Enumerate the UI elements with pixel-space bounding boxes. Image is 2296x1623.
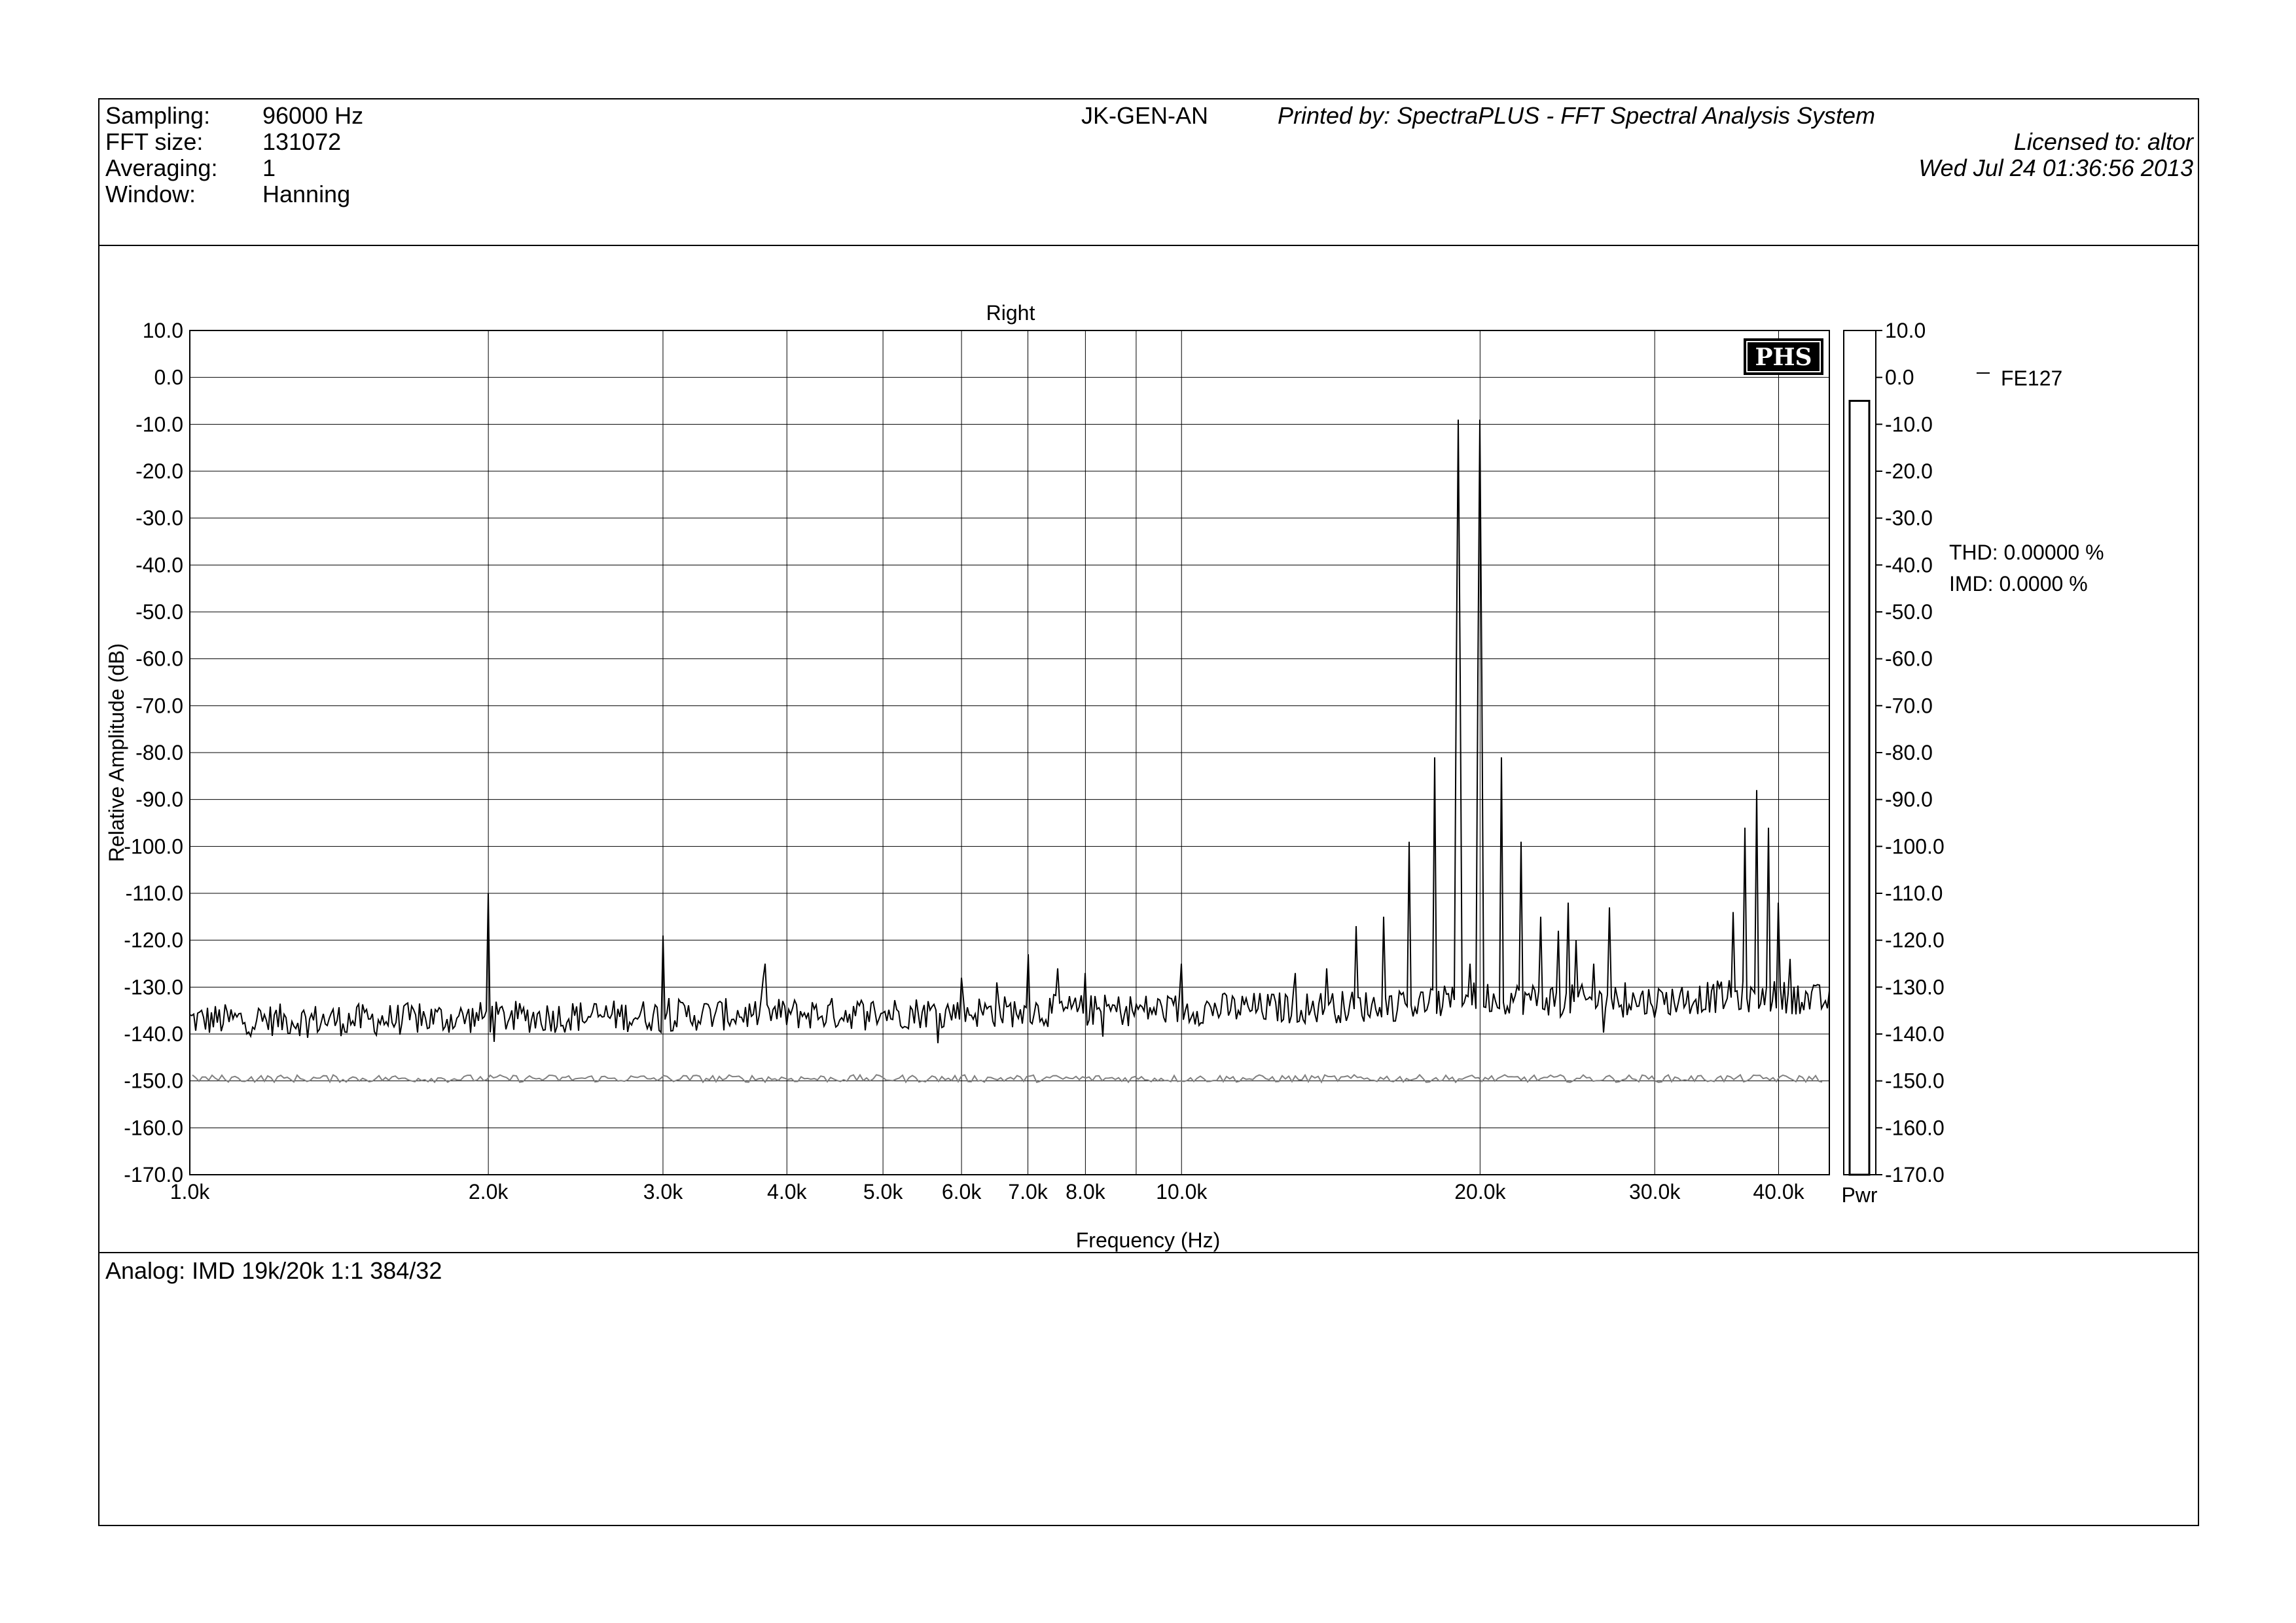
timestamp: Wed Jul 24 01:36:56 2013 — [1918, 154, 2193, 181]
phs-logo: PHS — [1744, 338, 1823, 375]
device-name: JK-GEN-AN — [1081, 102, 1209, 129]
printed-by: Printed by: SpectraPLUS - FFT Spectral A… — [1278, 102, 1875, 129]
power-meter-ticks: 10.0 0.0 -10.0 -20.0 -30.0 -40.0 -50.0 -60.0 -70… — [1876, 319, 1945, 1186]
fft-size-value: 131072 — [262, 128, 342, 155]
y-tick-label: -30.0 — [135, 507, 183, 530]
licensed-to: Licensed to: altor — [2013, 128, 2193, 155]
x-tick-label: 6.0k — [942, 1180, 982, 1204]
y-tick-label: -20.0 — [135, 459, 183, 483]
power-meter-tick-label: -20.0 — [1885, 459, 1933, 483]
x-tick-label: 30.0k — [1629, 1180, 1681, 1204]
y-tick-label: -80.0 — [135, 741, 183, 764]
y-tick-label: -90.0 — [135, 788, 183, 812]
imd-readout: IMD: 0.0000 % — [1949, 572, 2088, 596]
power-meter-label: Pwr — [1841, 1183, 1877, 1207]
sampling-label: Sampling: — [105, 102, 211, 129]
y-tick-label: 10.0 — [143, 319, 183, 342]
page-frame: Right 10.00.0-10.0-20.0-30.0-40.0-50.0-6… — [98, 98, 2199, 1526]
window-value: Hanning — [262, 181, 351, 207]
power-meter-tick-label: -150.0 — [1885, 1069, 1945, 1093]
power-meter-tick-label: -50.0 — [1885, 600, 1933, 624]
chart-title: Right — [986, 301, 1035, 325]
power-meter-tick-label: -140.0 — [1885, 1022, 1945, 1046]
legend-series-label: FE127 — [2001, 366, 2062, 390]
y-tick-label: -50.0 — [135, 600, 183, 624]
power-meter-tick-label: -110.0 — [1885, 882, 1943, 905]
x-axis-title: Frequency (Hz) — [1076, 1228, 1221, 1252]
y-tick-label: 0.0 — [154, 366, 183, 389]
power-meter-tick-label: -70.0 — [1885, 694, 1933, 717]
x-tick-label: 20.0k — [1454, 1180, 1506, 1204]
y-tick-label: -110.0 — [126, 882, 183, 905]
thd-readout: THD: 0.00000 % — [1949, 541, 2104, 564]
x-tick-label: 40.0k — [1753, 1180, 1804, 1204]
y-tick-label: -120.0 — [124, 929, 183, 952]
power-meter-tick-label: 0.0 — [1885, 366, 1914, 389]
x-tick-label: 1.0k — [170, 1180, 210, 1204]
y-tick-label: -60.0 — [135, 647, 183, 671]
averaging-label: Averaging: — [105, 154, 218, 181]
plot-area: 10.0 0.0 -10.0 -20.0 -30.0 -40.0 -50.0 -60.0 -70… — [124, 319, 1830, 1204]
power-meter-tick-label: -160.0 — [1885, 1116, 1945, 1139]
y-tick-label: -70.0 — [135, 694, 183, 717]
power-meter-tick-label: -100.0 — [1885, 834, 1945, 858]
sampling-value: 96000 Hz — [262, 102, 364, 129]
x-tick-label: 2.0k — [469, 1180, 509, 1204]
power-meter-bar — [1848, 400, 1871, 1176]
averaging-value: 1 — [262, 154, 276, 181]
power-meter-tick-label: 10.0 — [1885, 319, 1926, 342]
y-tick-label: -150.0 — [124, 1069, 183, 1093]
power-meter-tick-label: -130.0 — [1885, 975, 1945, 999]
fft-size-label: FFT size: — [105, 128, 204, 155]
y-tick-label: -40.0 — [135, 553, 183, 577]
y-tick-label: -160.0 — [124, 1116, 183, 1139]
power-meter-tick-label: -10.0 — [1885, 412, 1933, 436]
analog-description: Analog: IMD 19k/20k 1:1 384/32 — [105, 1257, 442, 1284]
x-tick-label: 8.0k — [1066, 1180, 1105, 1204]
x-tick-label: 10.0k — [1156, 1180, 1208, 1204]
y-tick-label: -10.0 — [135, 412, 183, 436]
power-meter: 10.0 0.0 -10.0 -20.0 -30.0 -40.0 -50.0 -60.0 -70… — [1841, 319, 1944, 1207]
power-meter-tick-label: -120.0 — [1885, 929, 1945, 952]
x-tick-label: 7.0k — [1008, 1180, 1048, 1204]
x-tick-labels: 1.0k 2.0k 3.0k 4.0k 5.0k 6.0k 7.0k 8.0k 10.0k 20.… — [170, 1180, 1805, 1204]
y-tick-labels: 10.0 0.0 -10.0 -20.0 -30.0 -40.0 -50.0 -60.0 -70… — [124, 319, 183, 1186]
y-tick-label: -100.0 — [124, 834, 183, 858]
power-meter-tick-label: -30.0 — [1885, 507, 1933, 530]
power-meter-tick-label: -40.0 — [1885, 553, 1933, 577]
y-tick-label: -140.0 — [124, 1022, 183, 1046]
x-tick-label: 5.0k — [863, 1180, 903, 1204]
power-meter-tick-label: -90.0 — [1885, 788, 1933, 812]
x-tick-label: 4.0k — [767, 1180, 807, 1204]
power-meter-tick-label: -80.0 — [1885, 741, 1933, 764]
y-axis-title: Relative Amplitude (dB) — [105, 643, 128, 862]
power-meter-tick-label: -60.0 — [1885, 647, 1933, 671]
x-tick-label: 3.0k — [643, 1180, 683, 1204]
power-meter-tick-label: -170.0 — [1885, 1163, 1945, 1186]
y-tick-label: -130.0 — [124, 975, 183, 999]
logo-text: PHS — [1755, 344, 1812, 371]
window-label: Window: — [105, 181, 196, 207]
